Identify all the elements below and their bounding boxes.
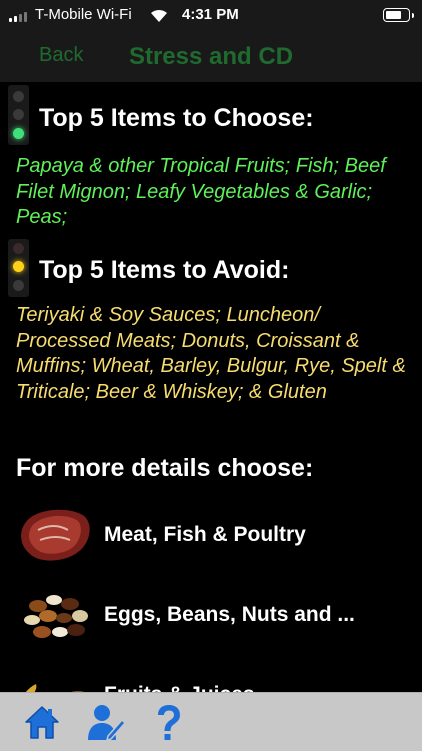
more-details-heading: For more details choose:: [16, 454, 314, 482]
nav-bar: Back Stress and CD: [0, 32, 422, 82]
avoid-heading: Top 5 Items to Avoid:: [39, 256, 290, 284]
avoid-list: Teriyaki & Soy Sauces; Luncheon/ Process…: [16, 304, 406, 403]
category-eggs-beans-nuts[interactable]: Eggs, Beans, Nuts and ...: [0, 576, 422, 656]
battery-icon: [383, 8, 414, 22]
traffic-light-yellow-icon: [8, 239, 29, 297]
status-time: 4:31 PM: [182, 6, 239, 23]
help-icon[interactable]: [148, 702, 188, 742]
traffic-light-green-icon: [8, 85, 29, 145]
choose-heading: Top 5 Items to Choose:: [39, 104, 314, 132]
banana-icon: [25, 684, 85, 692]
steak-icon: [21, 509, 90, 561]
category-label: Eggs, Beans, Nuts and ...: [104, 603, 355, 626]
wifi-icon: [151, 9, 167, 22]
category-meat[interactable]: Meat, Fish & Poultry: [0, 496, 422, 576]
carrier-label: T-Mobile Wi-Fi: [35, 6, 132, 23]
category-label: Fruits & Juices: [104, 683, 255, 692]
category-fruits[interactable]: Fruits & Juices: [0, 656, 422, 692]
beans-icon: [24, 595, 88, 638]
home-icon[interactable]: [22, 702, 62, 742]
status-bar: T-Mobile Wi-Fi 4:31 PM: [0, 0, 422, 32]
tab-bar: [0, 692, 422, 751]
page-title: Stress and CD: [128, 43, 294, 70]
content-scroll[interactable]: Top 5 Items to Choose: Papaya & other Tr…: [0, 82, 422, 692]
choose-list: Papaya & other Tropical Fruits; Fish; Be…: [16, 155, 386, 228]
signal-icon: [9, 11, 33, 22]
user-edit-icon[interactable]: [86, 702, 126, 742]
category-label: Meat, Fish & Poultry: [104, 523, 306, 546]
